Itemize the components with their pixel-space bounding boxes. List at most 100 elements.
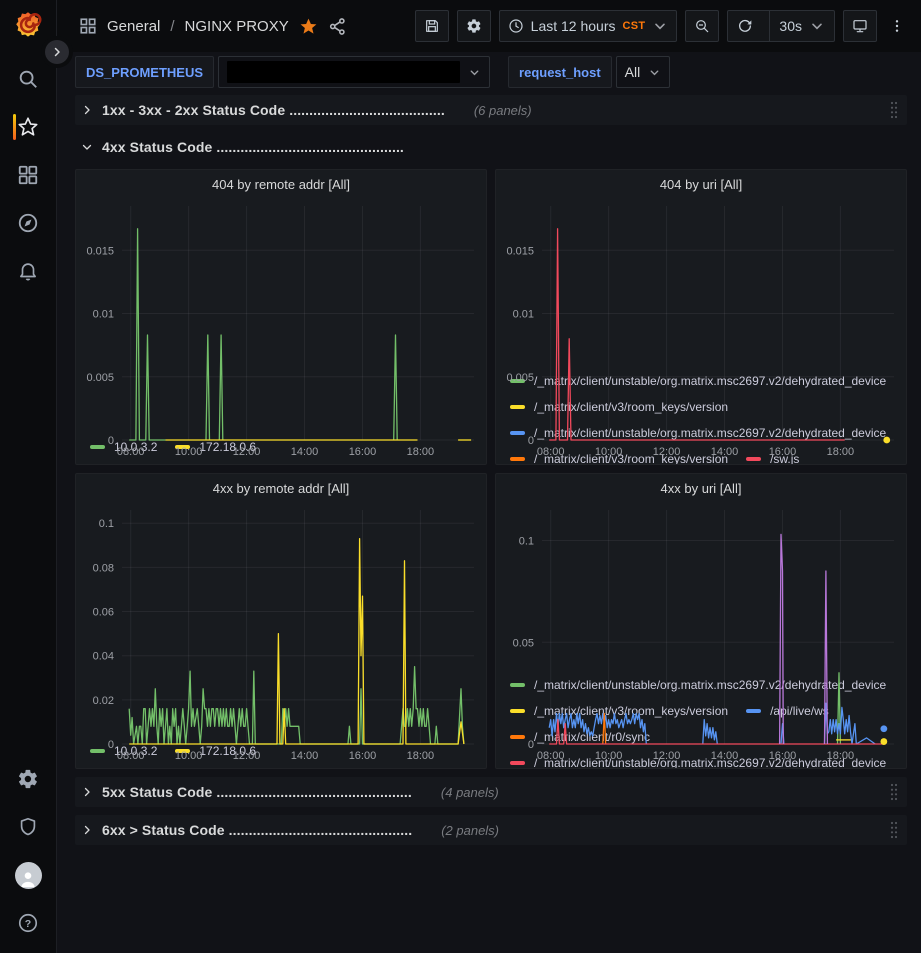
chevron-right-icon	[81, 104, 93, 116]
kebab-icon	[889, 18, 905, 34]
chevron-down-icon	[809, 18, 825, 34]
sidebar-expand-button[interactable]	[45, 40, 69, 64]
chevron-right-icon	[81, 786, 93, 798]
panel-title[interactable]: 404 by uri [All]	[496, 170, 906, 198]
bell-icon	[17, 260, 39, 282]
svg-text:14:00: 14:00	[711, 750, 739, 762]
row-title: 4xx Status Code ........................…	[102, 139, 404, 155]
tv-mode-button[interactable]	[843, 10, 877, 42]
chart-canvas[interactable]: 08:0010:0012:0014:0016:0018:0000.0050.01…	[76, 198, 486, 460]
svg-text:0: 0	[528, 739, 534, 751]
sidebar-item-profile[interactable]	[0, 851, 57, 899]
svg-text:16:00: 16:00	[769, 750, 797, 762]
drag-handle-icon[interactable]	[889, 100, 899, 120]
row-header-6xx[interactable]: 6xx > Status Code ......................…	[75, 815, 907, 845]
monitor-icon	[852, 18, 868, 34]
breadcrumb-title[interactable]: NGINX PROXY	[185, 18, 289, 35]
save-icon	[424, 18, 440, 34]
variable-label-request-host: request_host	[508, 56, 612, 88]
time-range-picker[interactable]: Last 12 hours CST	[499, 10, 678, 42]
zoom-out-time-button[interactable]	[685, 10, 719, 42]
timezone-label: CST	[623, 20, 646, 32]
shield-icon	[17, 816, 39, 838]
avatar	[15, 862, 42, 889]
svg-text:08:00: 08:00	[117, 446, 145, 458]
panel-title[interactable]: 4xx by uri [All]	[496, 474, 906, 502]
dashboard-canvas: 1xx - 3xx - 2xx Status Code ............…	[57, 92, 921, 953]
panel-title[interactable]: 4xx by remote addr [All]	[76, 474, 486, 502]
svg-text:0.01: 0.01	[513, 309, 534, 321]
save-dashboard-button[interactable]	[415, 10, 449, 42]
svg-text:0.06: 0.06	[93, 607, 114, 619]
svg-text:0.08: 0.08	[93, 562, 114, 574]
panel-4xx-by-uri: 4xx by uri [All] 08:0010:0012:0014:0016:…	[495, 473, 907, 769]
grafana-app: ? General / NGINX PROXY	[0, 0, 921, 953]
svg-text:12:00: 12:00	[233, 750, 261, 762]
svg-text:0.015: 0.015	[506, 245, 534, 257]
timeseries-plot[interactable]: 08:0010:0012:0014:0016:0018:0000.050.1	[496, 502, 906, 672]
timeseries-plot[interactable]: 08:0010:0012:0014:0016:0018:0000.0050.01…	[496, 198, 906, 368]
svg-text:18:00: 18:00	[407, 446, 435, 458]
breadcrumb-section[interactable]: General	[107, 18, 160, 35]
breadcrumb-separator: /	[170, 18, 174, 35]
sidebar-item-configuration[interactable]	[0, 755, 57, 803]
row-panel-count: (6 panels)	[474, 103, 532, 118]
drag-handle-icon[interactable]	[889, 820, 899, 840]
sidebar-item-search[interactable]	[0, 55, 57, 103]
apps-grid-icon	[79, 17, 97, 35]
svg-text:0.1: 0.1	[99, 518, 114, 530]
more-options-kebab-button[interactable]	[885, 10, 909, 42]
svg-text:16:00: 16:00	[349, 446, 377, 458]
svg-text:10:00: 10:00	[175, 446, 203, 458]
timeseries-plot[interactable]: 08:0010:0012:0014:0016:0018:0000.0050.01…	[76, 198, 486, 434]
sidebar-item-starred[interactable]	[0, 103, 57, 151]
top-navbar: General / NGINX PROXY	[57, 0, 921, 52]
chevron-right-icon	[81, 824, 93, 836]
svg-text:0.05: 0.05	[513, 637, 534, 649]
chart-canvas[interactable]: 08:0010:0012:0014:0016:0018:0000.020.040…	[76, 502, 486, 764]
request-host-select[interactable]: All	[616, 56, 671, 88]
chevron-down-icon	[652, 18, 668, 34]
sidebar-item-server-admin[interactable]	[0, 803, 57, 851]
svg-text:10:00: 10:00	[595, 750, 623, 762]
sidebar-item-alerting[interactable]	[0, 247, 57, 295]
refresh-button[interactable]	[728, 11, 762, 41]
dashboard-settings-button[interactable]	[457, 10, 491, 42]
svg-text:0.015: 0.015	[86, 245, 114, 257]
variable-label-ds-prometheus: DS_PROMETHEUS	[75, 56, 214, 88]
row-header-5xx[interactable]: 5xx Status Code ........................…	[75, 777, 907, 807]
chevron-down-icon	[468, 66, 481, 79]
chart-canvas[interactable]: 08:0010:0012:0014:0016:0018:0000.0050.01…	[496, 198, 906, 460]
svg-text:14:00: 14:00	[291, 446, 319, 458]
row-header-4xx[interactable]: 4xx Status Code ........................…	[75, 133, 907, 161]
svg-text:16:00: 16:00	[349, 750, 377, 762]
sidebar-item-dashboards[interactable]	[0, 151, 57, 199]
panel-grid: 404 by remote addr [All] 08:0010:0012:00…	[75, 169, 907, 769]
main-area: General / NGINX PROXY	[57, 0, 921, 953]
gear-icon	[17, 768, 39, 790]
sidebar: ?	[0, 0, 57, 953]
panel-title[interactable]: 404 by remote addr [All]	[76, 170, 486, 198]
svg-text:08:00: 08:00	[537, 446, 565, 458]
svg-text:14:00: 14:00	[291, 750, 319, 762]
chart-canvas[interactable]: 08:0010:0012:0014:0016:0018:0000.050.1	[496, 502, 906, 764]
svg-text:18:00: 18:00	[827, 750, 855, 762]
share-icon[interactable]	[328, 17, 347, 36]
row-panel-count: (2 panels)	[441, 823, 499, 838]
svg-text:0.01: 0.01	[93, 309, 114, 321]
star-icon	[17, 116, 39, 138]
sidebar-item-help[interactable]: ?	[0, 899, 57, 947]
time-range-label: Last 12 hours	[531, 18, 616, 34]
drag-handle-icon[interactable]	[889, 782, 899, 802]
svg-text:10:00: 10:00	[595, 446, 623, 458]
favorite-star-icon[interactable]	[299, 17, 318, 36]
grafana-logo-icon[interactable]	[11, 9, 45, 43]
row-header-1xx-3xx-2xx[interactable]: 1xx - 3xx - 2xx Status Code ............…	[75, 95, 907, 125]
refresh-interval-select[interactable]: 30s	[769, 11, 834, 41]
zoom-out-icon	[694, 18, 710, 34]
svg-text:0.04: 0.04	[93, 651, 114, 663]
sidebar-item-explore[interactable]	[0, 199, 57, 247]
refresh-icon	[737, 18, 753, 34]
timeseries-plot[interactable]: 08:0010:0012:0014:0016:0018:0000.020.040…	[76, 502, 486, 738]
datasource-select[interactable]	[218, 56, 490, 88]
